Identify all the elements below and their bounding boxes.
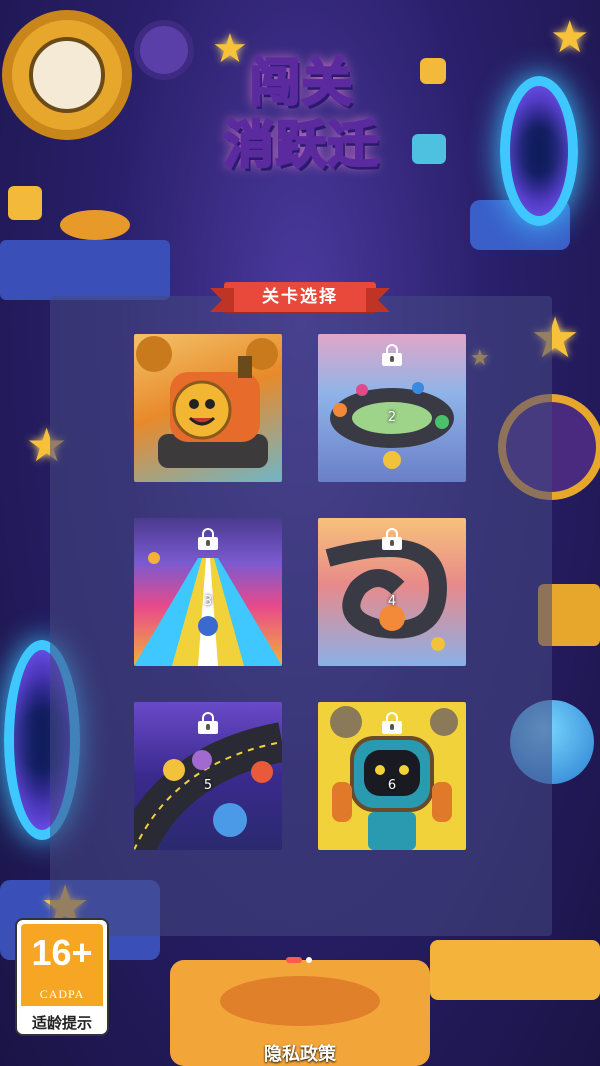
clock-gear-icon — [12, 20, 122, 130]
page-indicator — [286, 949, 316, 963]
logo-line-1: 闯关 — [249, 53, 354, 114]
gear-icon — [140, 26, 188, 74]
lock-icon — [382, 528, 402, 550]
age-rating-badge: 16+ CADPA 适龄提示 — [17, 920, 107, 1034]
bg-block — [220, 976, 380, 1026]
level-card-6[interactable]: 6 — [318, 702, 466, 850]
bg-block — [0, 240, 170, 300]
level-select-panel — [50, 296, 552, 936]
page-dot[interactable] — [306, 956, 312, 963]
level-number: 4 — [387, 594, 397, 609]
level-number: 6 — [387, 778, 397, 793]
level-number: 5 — [203, 778, 213, 793]
level-card-3[interactable]: 3 — [134, 518, 282, 666]
privacy-policy-link[interactable]: 隐私政策 — [0, 1040, 600, 1066]
level-card-1[interactable] — [134, 334, 282, 482]
bg-block — [430, 940, 600, 1000]
train-illustration — [136, 336, 278, 468]
bg-block — [60, 210, 130, 240]
star-icon: ★ — [550, 12, 590, 63]
level-card-5[interactable]: 5 — [134, 702, 282, 850]
age-rating-box: 16+ CADPA — [21, 924, 103, 1006]
lock-icon — [198, 712, 218, 734]
page-dot-active[interactable] — [286, 956, 302, 963]
lock-icon — [382, 344, 402, 366]
portal-icon — [500, 76, 578, 226]
bg-block — [8, 186, 42, 220]
lock-icon — [198, 528, 218, 550]
bg-block — [412, 134, 446, 164]
lock-icon — [382, 712, 402, 734]
level-card-4[interactable]: 4 — [318, 518, 466, 666]
level-select-title: 关卡选择 — [210, 282, 390, 312]
age-rating-number: 16+ — [31, 932, 93, 973]
logo-line-2: 消跃迁 — [223, 115, 380, 176]
level-number: 3 — [203, 594, 213, 609]
level-card-2[interactable]: 2 — [318, 334, 466, 482]
bg-block — [420, 58, 446, 84]
age-rating-label: 适龄提示 — [31, 1014, 92, 1032]
game-logo: 闯关 消跃迁 — [196, 52, 408, 202]
level-number: 2 — [387, 410, 397, 425]
age-rating-org: CADPA — [39, 987, 85, 1001]
